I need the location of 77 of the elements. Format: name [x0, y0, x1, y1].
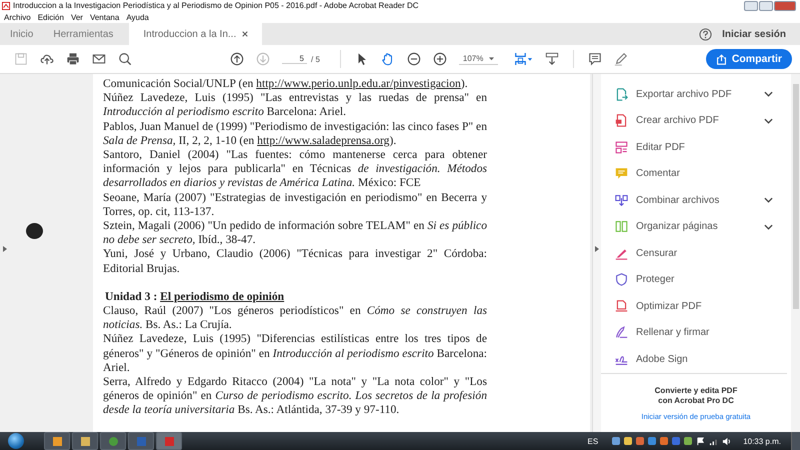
help-icon[interactable]: [699, 28, 712, 40]
caret-icon: [489, 56, 494, 60]
language-indicator[interactable]: ES: [588, 436, 598, 446]
pen-icon[interactable]: [614, 52, 628, 66]
close-button[interactable]: [774, 0, 796, 10]
menu-item[interactable]: Archivo: [4, 12, 31, 22]
close-icon[interactable]: [242, 31, 248, 37]
tool-item[interactable]: Editar PDF: [615, 134, 787, 160]
reference-entry: Sztein, Magali (2006) "Un pedido de información sobre TELAM" en Si es público no debe ser secreto, Ibíd., 38-47.: [103, 219, 487, 248]
menu-item[interactable]: Ayuda: [126, 12, 149, 22]
print-icon[interactable]: [66, 52, 80, 66]
mail-icon[interactable]: [92, 52, 106, 66]
promo-text: con Acrobat Pro DC: [658, 396, 734, 404]
hand-icon[interactable]: [380, 52, 395, 66]
page-total: / 5: [311, 54, 320, 64]
reference-entry: Serra, Alfredo y Edgardo Ritacco (2004) "La nota" y "La nota color" y "Los géneros de opinión" en Curso de periodismo escrito. Los secretos de la profesión desde la teoría universitaria Bs. As.: Atlántida, 37-39 y 97-110.: [103, 375, 487, 418]
tool-item[interactable]: Adobe Sign: [615, 346, 787, 372]
reference-entry: Yuni, José y Urbano, Claudio (2006) "Técnicas para investigar 2" Córdoba: Editorial Brujas.: [103, 247, 487, 276]
chevron-down-icon[interactable]: [764, 197, 773, 204]
url-link[interactable]: http://www.saladeprensa.org: [257, 134, 390, 147]
chevron-down-icon[interactable]: [764, 224, 773, 230]
tool-item[interactable]: Optimizar PDF: [615, 293, 787, 320]
reference-entry: Seoane, María (2007) "Estrategias de investigación en periodismo" en Becerra y Torres, op. cit, 113-137.: [103, 190, 487, 220]
zoom-out-icon[interactable]: [406, 52, 421, 66]
tool-item[interactable]: Combinar archivos: [615, 187, 787, 214]
chevron-down-icon[interactable]: [764, 118, 773, 124]
share-icon: [716, 54, 727, 64]
reference-entry: Santoro, Daniel (2004) "Las fuentes: cómo mantenerse cerca para obtener información y lejos para publicarla" en Técnicas de investigación. Métodos desarrollados en diarios y revistas de América Latina. México: FCE: [103, 148, 487, 191]
tool-item[interactable]: Proteger: [615, 266, 787, 293]
reference-entry: Núñez Lavedeze, Luis (1995) "Diferencias estilísticas entre los tres tipos de géneros" y "Géneros de opinión" en Introducción al periodismo escrito Barcelona: Ariel.: [103, 332, 487, 376]
tab[interactable]: Introduccion a la In...: [129, 23, 262, 45]
zoom-in-icon[interactable]: [432, 52, 447, 66]
chevron-down-icon[interactable]: [764, 91, 773, 98]
page-number-field[interactable]: 5: [282, 54, 307, 64]
reference-entry: Pablos, Juan Manuel de (1999) "Periodismo de investigación: las cinco fases P" en Sala de Prensa, II, 2, 2, 1-10 (en http://www.saladeprensa.org).: [103, 120, 487, 148]
scrollbar-thumb[interactable]: [792, 84, 798, 309]
speaker-icon[interactable]: [722, 436, 732, 446]
reference-entry: Comunicación Social/UNLP (en http://www.perio.unlp.edu.ar/pinvestigacion).: [103, 77, 469, 92]
flag-icon[interactable]: [696, 436, 706, 446]
comment-icon[interactable]: [588, 52, 602, 66]
tool-item[interactable]: Rellenar y firmar: [615, 320, 787, 346]
fit-page-icon[interactable]: [514, 52, 534, 66]
menu-item[interactable]: Ventana: [90, 12, 120, 22]
tool-item[interactable]: Organizar páginas: [615, 214, 787, 240]
reference-entry: Clauso, Raúl (2007) "Los géneros periodísticos" en Cómo se construyen las noticias. Bs. As.: La Crujía.: [103, 304, 487, 332]
circle-shape: [26, 223, 43, 239]
tab[interactable]: Herramientas: [43, 23, 124, 45]
unit-label: Unidad 3 :: [105, 290, 158, 303]
search-icon[interactable]: [118, 52, 132, 66]
window-title: Introduccion a la Investigacion Periodística y al Periodismo de Opinion P05 - 2016.pdf - Adobe Acrobat Reader DC: [13, 1, 419, 10]
tab[interactable]: Inicio: [0, 23, 44, 45]
maximize-button[interactable]: [759, 0, 773, 10]
sign-in-link[interactable]: Iniciar sesión: [722, 28, 800, 40]
scroll-mode-icon[interactable]: [545, 52, 560, 66]
tool-item[interactable]: Exportar archivo PDF: [615, 81, 787, 108]
clock: 10:33 p.m.: [743, 436, 781, 446]
upload-cloud-icon[interactable]: [40, 52, 54, 66]
promo-text: Convierte y edita PDF: [654, 386, 738, 394]
share-button[interactable]: Compartir: [706, 49, 792, 69]
unit-title: El periodismo de opinión: [160, 290, 284, 303]
taskbar-app-icon[interactable]: [44, 432, 70, 450]
expand-arrow-icon[interactable]: [3, 246, 7, 252]
minimize-button[interactable]: [744, 0, 758, 10]
tool-item[interactable]: Censurar: [615, 240, 787, 266]
signal-icon[interactable]: [709, 436, 718, 446]
scrollbar[interactable]: [791, 74, 800, 432]
collapse-arrow-icon[interactable]: [595, 246, 599, 252]
url-link[interactable]: http://www.perio.unlp.edu.ar/pinvestigacion: [256, 77, 461, 90]
menu-item[interactable]: Edición: [38, 12, 64, 22]
arrow-up-icon[interactable]: [230, 52, 244, 66]
tool-item[interactable]: Crear archivo PDF: [615, 108, 787, 134]
start-button[interactable]: [8, 433, 24, 449]
taskbar-app-icon[interactable]: [72, 432, 98, 450]
zoom-dropdown[interactable]: 107%: [458, 53, 498, 65]
menu-item[interactable]: Ver: [70, 12, 83, 22]
reference-entry: Núñez Lavedeze, Luis (1995) "Las entrevistas y las ruedas de prensa" en Introducción al periodismo escrito Barcelona: Ariel.: [103, 91, 487, 120]
tool-item[interactable]: Comentar: [615, 160, 787, 187]
